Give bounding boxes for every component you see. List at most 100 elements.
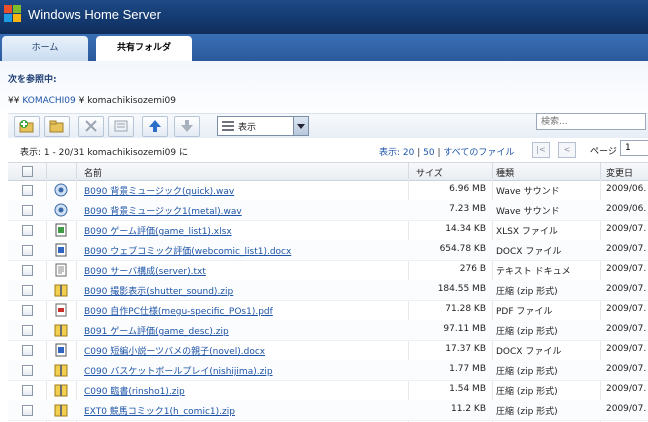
row-checkbox[interactable] <box>22 245 33 256</box>
file-modified-date: 2009/07. <box>606 404 647 414</box>
text-file-icon <box>54 263 68 277</box>
chevron-down-icon[interactable] <box>293 117 308 135</box>
document-icon <box>54 243 68 257</box>
zip-icon <box>54 403 68 417</box>
audio-icon <box>54 203 68 217</box>
file-modified-date: 2009/07. <box>606 364 647 374</box>
table-row[interactable]: B090 背景ミュージック(quick).wav 6.96 MB Wave サウンド… <box>8 180 648 201</box>
page-number-input[interactable] <box>620 140 648 156</box>
range-text: 表示: 1 - 20/31 komachikisozemi09 に <box>20 148 188 158</box>
file-type: Wave サウンド <box>496 207 560 217</box>
properties-icon <box>114 120 128 132</box>
file-size: 7.23 MB <box>449 204 486 214</box>
file-name-link[interactable]: C090 バスケットボールプレイ(nishijima).zip <box>84 364 273 377</box>
zip-icon <box>54 323 68 337</box>
file-name-link[interactable]: B091 ゲーム評価(game_desc).zip <box>84 324 229 337</box>
previous-page-button[interactable]: < <box>558 142 576 158</box>
table-row[interactable]: B090 背景ミュージック1(metal).wav 7.23 MB Wave サウン… <box>8 200 648 221</box>
row-checkbox[interactable] <box>22 265 33 276</box>
app-title: Windows Home Server <box>28 7 161 22</box>
table-row[interactable]: B090 ゲーム評価(game_list1).xlsx 14.34 KB XLSX … <box>8 220 648 241</box>
search-input[interactable] <box>536 113 646 130</box>
view-list-icon <box>222 121 234 131</box>
move-down-button[interactable] <box>174 116 200 137</box>
properties-button[interactable] <box>108 116 134 137</box>
file-size: 184.55 MB <box>437 284 486 294</box>
file-type: テキスト ドキュメ <box>496 267 571 277</box>
delete-icon <box>85 120 97 132</box>
row-checkbox[interactable] <box>22 305 33 316</box>
table-row[interactable]: B090 撮影表示(shutter_sound).zip 184.55 MB 圧縮 … <box>8 280 648 301</box>
table-row[interactable]: C090 短編小説ーツバメの親子(novel).docx 17.37 KB DOCX… <box>8 340 648 361</box>
file-type: 圧縮 (zip 形式) <box>496 287 558 297</box>
per-page-50-link[interactable]: 50 <box>423 148 434 158</box>
breadcrumb-separator: ¥ <box>78 96 85 106</box>
zip-icon <box>54 383 68 397</box>
table-row[interactable]: B090 自作PC仕様(megu-specific_POs1).pdf 71.28… <box>8 300 648 321</box>
file-modified-date: 2009/07. <box>606 224 647 234</box>
file-name-link[interactable]: B090 自作PC仕様(megu-specific_POs1).pdf <box>84 304 273 317</box>
table-row[interactable]: B090 サーバ構成(server).txt 276 B テキスト ドキュメ 2009… <box>8 260 648 281</box>
column-header-name[interactable]: 名前 <box>84 166 102 179</box>
file-modified-date: 2009/07. <box>606 244 647 254</box>
row-checkbox[interactable] <box>22 325 33 336</box>
file-name-link[interactable]: B090 背景ミュージック1(metal).wav <box>84 204 242 217</box>
breadcrumb-prefix: ¥¥ <box>8 96 20 106</box>
arrow-down-icon <box>181 120 193 132</box>
file-name-link[interactable]: C090 臨書(rinsho1).zip <box>84 384 185 397</box>
row-checkbox[interactable] <box>22 365 33 376</box>
items-per-page: 表示: 20 | 50 | すべてのファイル <box>379 148 515 158</box>
move-up-button[interactable] <box>142 116 168 137</box>
file-size: 14.34 KB <box>445 224 486 234</box>
file-name-link[interactable]: B090 サーバ構成(server).txt <box>84 264 206 277</box>
breadcrumb-root-link[interactable]: KOMACHI09 <box>22 96 75 106</box>
file-modified-date: 2009/07. <box>606 324 647 334</box>
table-row[interactable]: C090 臨書(rinsho1).zip 1.54 MB 圧縮 (zip 形式) 20… <box>8 380 648 401</box>
show-all-files-link[interactable]: すべてのファイル <box>443 148 514 158</box>
per-page-label: 表示: <box>379 148 401 158</box>
per-page-20[interactable]: 20 <box>403 148 414 158</box>
pdf-icon <box>54 303 68 317</box>
file-name-link[interactable]: B090 ゲーム評価(game_list1).xlsx <box>84 224 232 237</box>
column-header-size[interactable]: サイズ <box>416 166 443 179</box>
tab-home[interactable]: ホーム <box>2 36 88 61</box>
page-label: ページ <box>590 147 617 157</box>
document-icon <box>54 343 68 357</box>
title-bar: Windows Home Server <box>0 0 648 34</box>
row-checkbox[interactable] <box>22 185 33 196</box>
column-header-type[interactable]: 種類 <box>496 166 514 179</box>
row-checkbox[interactable] <box>22 285 33 296</box>
file-type: PDF ファイル <box>496 307 553 317</box>
view-select[interactable]: 表示 <box>217 116 309 136</box>
row-checkbox[interactable] <box>22 405 33 416</box>
first-page-button[interactable]: |< <box>532 142 550 158</box>
row-checkbox[interactable] <box>22 205 33 216</box>
file-size: 1.77 MB <box>449 364 486 374</box>
table-row[interactable]: B091 ゲーム評価(game_desc).zip 97.11 MB 圧縮 (zip… <box>8 320 648 341</box>
table-row[interactable]: B090 ウェブコミック評価(webcomic_list1).docx 654.7… <box>8 240 648 261</box>
file-name-link[interactable]: B090 撮影表示(shutter_sound).zip <box>84 284 233 297</box>
audio-icon <box>54 183 68 197</box>
table-row[interactable]: EXT0 競馬コミック1(h_comic1).zip 11.2 KB 圧縮 (zip… <box>8 400 648 421</box>
row-checkbox[interactable] <box>22 345 33 356</box>
row-checkbox[interactable] <box>22 225 33 236</box>
row-checkbox[interactable] <box>22 385 33 396</box>
column-header-modified[interactable]: 変更日 <box>606 166 633 179</box>
file-modified-date: 2009/06. <box>606 204 647 214</box>
table-row[interactable]: C090 バスケットボールプレイ(nishijima).zip 1.77 MB 圧縮… <box>8 360 648 381</box>
file-type: 圧縮 (zip 形式) <box>496 327 558 337</box>
file-size: 654.78 KB <box>439 244 486 254</box>
tab-shared-folders[interactable]: 共有フォルダ <box>96 36 192 61</box>
delete-button[interactable] <box>78 116 104 137</box>
file-name-link[interactable]: B090 背景ミュージック(quick).wav <box>84 184 234 197</box>
file-name-link[interactable]: C090 短編小説ーツバメの親子(novel).docx <box>84 344 265 357</box>
open-folder-button[interactable] <box>44 116 70 137</box>
file-name-link[interactable]: EXT0 競馬コミック1(h_comic1).zip <box>84 404 235 417</box>
select-all-checkbox[interactable] <box>22 166 33 177</box>
file-name-link[interactable]: B090 ウェブコミック評価(webcomic_list1).docx <box>84 244 291 257</box>
file-size: 6.96 MB <box>449 184 486 194</box>
file-size: 276 B <box>459 264 486 274</box>
arrow-up-icon <box>149 120 161 132</box>
status-bar: 表示: 1 - 20/31 komachikisozemi09 に 表示: 20… <box>8 140 648 160</box>
add-folder-button[interactable] <box>14 116 40 137</box>
